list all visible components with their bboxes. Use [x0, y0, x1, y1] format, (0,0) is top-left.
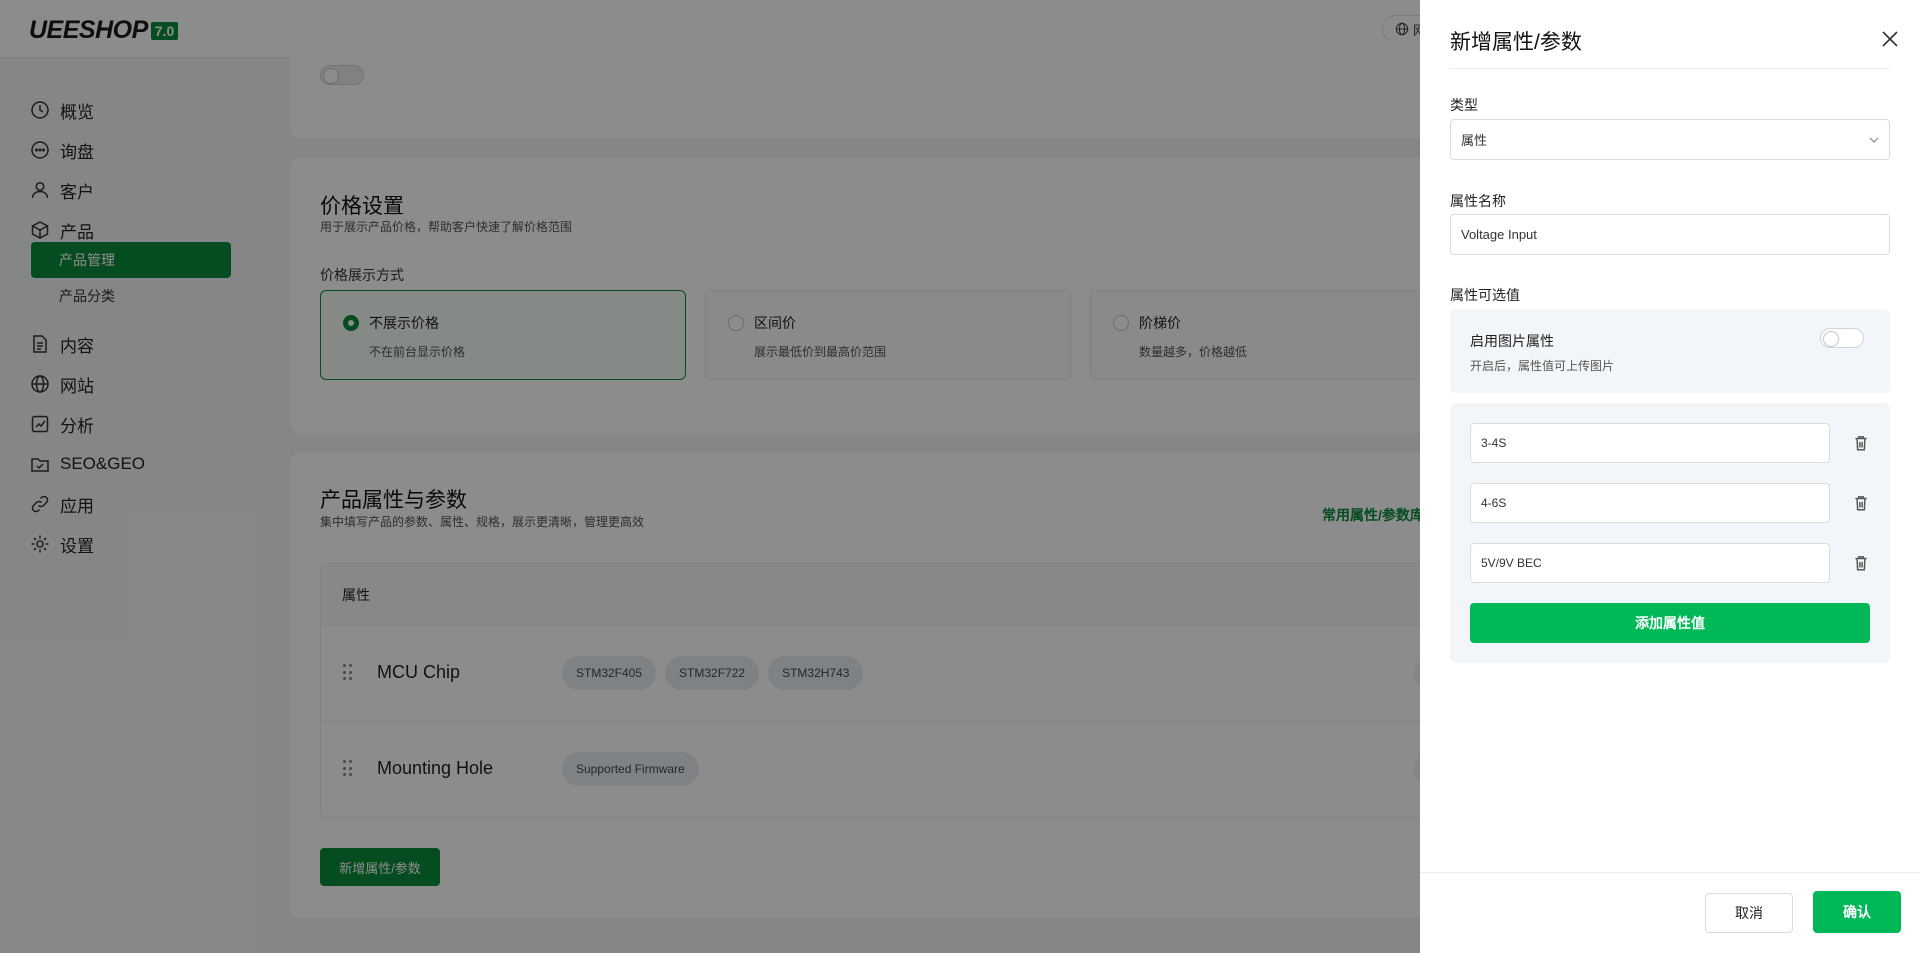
attribute-values-panel: 3-4S 4-6S 5V/9V BEC 添加属性值: [1450, 403, 1890, 663]
modal-overlay[interactable]: [0, 0, 1420, 953]
type-select-value: 属性: [1461, 133, 1488, 148]
type-select[interactable]: 属性: [1450, 119, 1890, 160]
image-attribute-title: 启用图片属性: [1470, 333, 1554, 349]
trash-icon[interactable]: [1852, 494, 1870, 512]
cancel-button[interactable]: 取消: [1705, 893, 1793, 933]
attribute-value-input[interactable]: 4-6S: [1470, 483, 1830, 523]
attribute-value-input[interactable]: 5V/9V BEC: [1470, 543, 1830, 583]
attribute-name-value: Voltage Input: [1461, 227, 1537, 242]
attribute-value-input[interactable]: 3-4S: [1470, 423, 1830, 463]
attribute-value-text: 3-4S: [1481, 436, 1507, 450]
chevron-down-icon: [1869, 137, 1879, 143]
image-attribute-toggle[interactable]: [1820, 328, 1864, 348]
attribute-value-text: 4-6S: [1481, 496, 1507, 510]
type-label: 类型: [1450, 97, 1478, 113]
image-attribute-desc: 开启后，属性值可上传图片: [1470, 359, 1615, 373]
close-icon[interactable]: [1880, 29, 1900, 49]
attribute-value-text: 5V/9V BEC: [1481, 556, 1542, 570]
attribute-name-input[interactable]: Voltage Input: [1450, 214, 1890, 255]
add-value-button[interactable]: 添加属性值: [1470, 603, 1870, 643]
drawer-title: 新增属性/参数: [1450, 31, 1582, 54]
trash-icon[interactable]: [1852, 554, 1870, 572]
image-attribute-panel: 启用图片属性 开启后，属性值可上传图片: [1450, 309, 1890, 393]
trash-icon[interactable]: [1852, 434, 1870, 452]
divider: [1450, 68, 1890, 69]
confirm-button[interactable]: 确认: [1813, 891, 1901, 933]
add-attribute-drawer: 新增属性/参数 类型 属性 属性名称 Voltage Input 属性可选值 启…: [1420, 0, 1920, 953]
name-label: 属性名称: [1450, 193, 1506, 209]
drawer-footer-divider: [1420, 872, 1920, 873]
values-label: 属性可选值: [1450, 287, 1520, 303]
